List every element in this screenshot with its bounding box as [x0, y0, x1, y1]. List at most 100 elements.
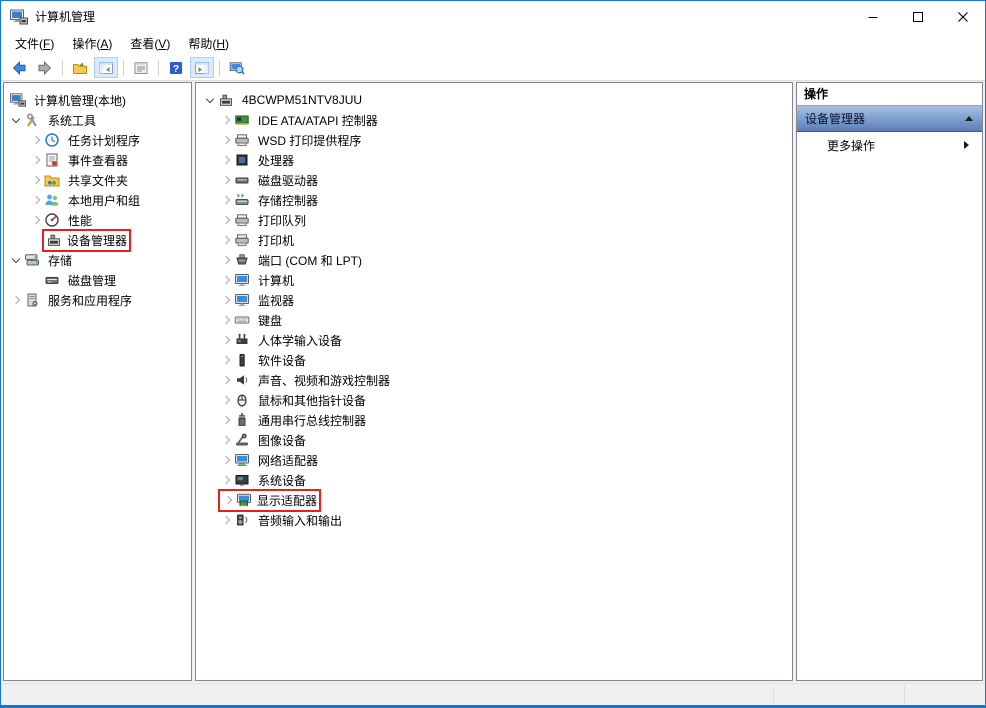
chevron-right-icon[interactable]: [220, 254, 232, 266]
device-category-ide-controllers[interactable]: IDE ATA/ATAPI 控制器: [196, 110, 792, 130]
chevron-right-icon[interactable]: [220, 234, 232, 246]
sidebar-item-label: 设备管理器: [67, 232, 127, 249]
chevron-right-icon[interactable]: [30, 214, 42, 226]
chevron-right-icon[interactable]: [220, 274, 232, 286]
menu-action[interactable]: 操作(A): [63, 32, 121, 55]
chevron-down-icon[interactable]: [10, 114, 22, 126]
properties-button[interactable]: [129, 57, 153, 78]
event-viewer-icon: [44, 152, 60, 168]
device-category-monitors[interactable]: 监视器: [196, 290, 792, 310]
actions-section-header[interactable]: 设备管理器: [797, 106, 982, 132]
maximize-icon: [911, 10, 925, 24]
device-category-label: 人体学输入设备: [255, 331, 345, 350]
sidebar-item-local-users-groups[interactable]: 本地用户和组: [4, 190, 191, 210]
console-tree-pane: 计算机管理(本地) 系统工具 任务计划程序 事件查看器: [3, 82, 192, 681]
services-applications-icon: [24, 292, 40, 308]
maximize-button[interactable]: [895, 1, 940, 32]
submenu-arrow-icon: [964, 141, 969, 149]
chevron-right-icon[interactable]: [220, 414, 232, 426]
chevron-right-icon[interactable]: [220, 394, 232, 406]
chevron-right-icon[interactable]: [30, 174, 42, 186]
sidebar-item-device-manager[interactable]: 设备管理器: [4, 230, 191, 250]
device-category-system-devices[interactable]: 系统设备: [196, 470, 792, 490]
device-category-usb-controllers[interactable]: 通用串行总线控制器: [196, 410, 792, 430]
chevron-right-icon[interactable]: [220, 194, 232, 206]
sidebar-item-storage[interactable]: 存储: [4, 250, 191, 270]
show-hide-action-pane-button[interactable]: [190, 57, 214, 78]
close-button[interactable]: [940, 1, 985, 32]
chevron-right-icon[interactable]: [30, 194, 42, 206]
sidebar-item-event-viewer[interactable]: 事件查看器: [4, 150, 191, 170]
device-category-wsd-print-provider[interactable]: WSD 打印提供程序: [196, 130, 792, 150]
device-category-printers[interactable]: 打印机: [196, 230, 792, 250]
up-folder-button[interactable]: [68, 57, 92, 78]
menu-view[interactable]: 查看(V): [121, 32, 179, 55]
chevron-right-icon[interactable]: [220, 314, 232, 326]
back-button[interactable]: [7, 57, 31, 78]
chevron-right-icon[interactable]: [220, 214, 232, 226]
sidebar-item-label: 共享文件夹: [65, 171, 131, 190]
device-category-disk-drives[interactable]: 磁盘驱动器: [196, 170, 792, 190]
device-category-software-devices[interactable]: 软件设备: [196, 350, 792, 370]
chevron-right-icon[interactable]: [10, 294, 22, 306]
device-root-node[interactable]: 4BCWPM51NTV8JUU: [196, 90, 792, 110]
sidebar-item-system-tools[interactable]: 系统工具: [4, 110, 191, 130]
device-category-processors[interactable]: 处理器: [196, 150, 792, 170]
chevron-right-icon[interactable]: [220, 474, 232, 486]
device-category-mice[interactable]: 鼠标和其他指针设备: [196, 390, 792, 410]
actions-pane-caption: 操作: [797, 83, 982, 106]
chevron-right-icon[interactable]: [220, 154, 232, 166]
device-category-audio-input-output[interactable]: 音频输入和输出: [196, 510, 792, 530]
menu-file[interactable]: 文件(F): [6, 32, 63, 55]
menu-help[interactable]: 帮助(H): [179, 32, 238, 55]
chevron-right-icon[interactable]: [220, 174, 232, 186]
device-category-ports[interactable]: 端口 (COM 和 LPT): [196, 250, 792, 270]
device-category-sound-video-game[interactable]: 声音、视频和游戏控制器: [196, 370, 792, 390]
forward-button[interactable]: [33, 57, 57, 78]
device-category-keyboards[interactable]: 键盘: [196, 310, 792, 330]
device-category-display-adapters[interactable]: 显示适配器: [196, 490, 792, 510]
system-tools-icon: [24, 112, 40, 128]
sidebar-item-computer-management[interactable]: 计算机管理(本地): [4, 90, 191, 110]
chevron-right-icon[interactable]: [220, 334, 232, 346]
chevron-right-icon[interactable]: [222, 494, 234, 506]
sidebar-item-performance[interactable]: 性能: [4, 210, 191, 230]
imaging-device-icon: [234, 432, 250, 448]
sidebar-item-shared-folders[interactable]: 共享文件夹: [4, 170, 191, 190]
local-users-groups-icon: [44, 192, 60, 208]
chevron-right-icon[interactable]: [220, 294, 232, 306]
red-annotation-box: 设备管理器: [44, 231, 129, 250]
chevron-right-icon[interactable]: [30, 134, 42, 146]
device-category-computer[interactable]: 计算机: [196, 270, 792, 290]
computer-management-icon: [10, 9, 28, 25]
chevron-down-icon[interactable]: [204, 94, 216, 106]
minimize-button[interactable]: [850, 1, 895, 32]
chevron-right-icon[interactable]: [220, 354, 232, 366]
sidebar-item-task-scheduler[interactable]: 任务计划程序: [4, 130, 191, 150]
sidebar-item-services-applications[interactable]: 服务和应用程序: [4, 290, 191, 310]
chevron-right-icon[interactable]: [220, 514, 232, 526]
device-category-hid[interactable]: 人体学输入设备: [196, 330, 792, 350]
chevron-right-icon[interactable]: [220, 454, 232, 466]
chevron-right-icon[interactable]: [220, 434, 232, 446]
chevron-right-icon[interactable]: [220, 134, 232, 146]
chevron-right-icon[interactable]: [30, 154, 42, 166]
device-category-storage-controllers[interactable]: 存储控制器: [196, 190, 792, 210]
chevron-right-icon[interactable]: [220, 374, 232, 386]
chevron-right-icon[interactable]: [220, 114, 232, 126]
scan-hardware-changes-button[interactable]: [225, 57, 249, 78]
help-button[interactable]: [164, 57, 188, 78]
device-category-label: 网络适配器: [255, 451, 321, 470]
chevron-down-icon[interactable]: [10, 254, 22, 266]
device-category-print-queues[interactable]: 打印队列: [196, 210, 792, 230]
device-category-imaging-devices[interactable]: 图像设备: [196, 430, 792, 450]
sidebar-item-disk-management[interactable]: 磁盘管理: [4, 270, 191, 290]
sidebar-item-label: 服务和应用程序: [45, 291, 135, 310]
device-category-label: 处理器: [255, 151, 297, 170]
device-category-network-adapters[interactable]: 网络适配器: [196, 450, 792, 470]
device-category-label: WSD 打印提供程序: [255, 131, 364, 150]
device-category-label: 显示适配器: [257, 492, 317, 509]
show-hide-console-tree-button[interactable]: [94, 57, 118, 78]
collapse-up-icon[interactable]: [965, 116, 973, 121]
more-actions-item[interactable]: 更多操作: [797, 132, 982, 158]
